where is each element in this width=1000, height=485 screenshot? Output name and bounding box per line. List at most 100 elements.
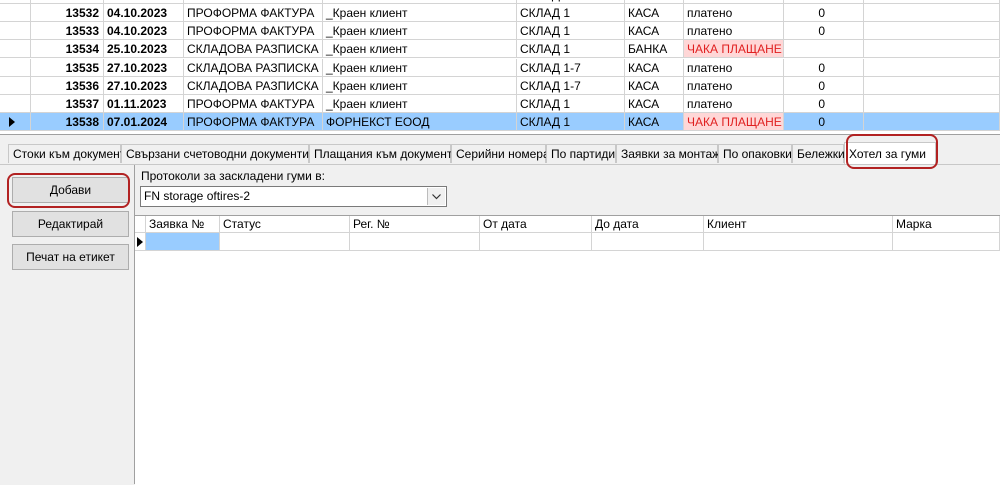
cell-store: СКЛАД 1	[517, 22, 625, 41]
cell-status: ЧАКА ПЛАЩАНЕ	[684, 113, 784, 132]
dropdown-button[interactable]	[427, 188, 445, 205]
tab-3[interactable]: Серийни номера	[451, 144, 550, 163]
cell-status: платено	[684, 22, 784, 41]
document-row[interactable]: 13533 04.10.2023 ПРОФОРМА ФАКТУРА _Краен кл…	[0, 22, 1000, 41]
document-row[interactable]: 13532 04.10.2023 ПРОФОРМА ФАКТУРА _Краен кл…	[0, 4, 1000, 22]
documents-grid[interactable]: СКЛАД 11353204.10.2023ПРОФОРМА ФАКТУРА_К…	[0, 0, 1000, 135]
cell-empty	[864, 4, 1000, 22]
new-row-indicator[interactable]	[135, 233, 146, 251]
cell-payment: КАСА	[625, 76, 684, 95]
cell-empty	[864, 113, 1000, 132]
cell-type: ПРОФОРМА ФАКТУРА	[184, 4, 323, 22]
column-header[interactable]: Рег. №	[350, 216, 480, 233]
cell-qty: 0	[784, 113, 864, 132]
row-indicator	[0, 4, 31, 22]
cell-client: _Краен клиент	[323, 4, 517, 22]
empty-cell[interactable]	[146, 233, 220, 251]
cell-qty: 0	[784, 95, 864, 113]
row-indicator	[0, 58, 31, 77]
column-header[interactable]: Клиент	[704, 216, 893, 233]
cell-payment: КАСА	[625, 95, 684, 113]
cell-type: ПРОФОРМА ФАКТУРА	[184, 95, 323, 113]
active-tab-highlight	[846, 134, 938, 169]
cell-num: 13532	[31, 4, 104, 22]
cell-payment: КАСА	[625, 4, 684, 22]
empty-cell[interactable]	[704, 233, 893, 251]
tab-7[interactable]: Бележки	[792, 144, 845, 163]
cell-num: 13534	[31, 40, 104, 59]
document-row[interactable]: 13535 27.10.2023 СКЛАДОВА РАЗПИСКА _Краен к…	[0, 58, 1000, 77]
cell-num: 13533	[31, 22, 104, 41]
edit-button[interactable]: Редактирай	[12, 211, 129, 237]
cell-type: СКЛАДОВА РАЗПИСКА	[184, 40, 323, 59]
cell-payment: КАСА	[625, 22, 684, 41]
cell-num: 13537	[31, 95, 104, 113]
cell-qty: 0	[784, 58, 864, 77]
tab-2[interactable]: Плащания към документа	[309, 144, 459, 163]
cell-status: платено	[684, 95, 784, 113]
tab-5[interactable]: Заявки за монтаж	[616, 144, 720, 163]
chevron-down-icon	[432, 194, 441, 200]
empty-cell[interactable]	[220, 233, 350, 251]
cell-type: СКЛАДОВА РАЗПИСКА	[184, 76, 323, 95]
row-indicator	[0, 113, 31, 132]
column-header[interactable]: Марка	[893, 216, 1000, 233]
cell-empty	[864, 22, 1000, 41]
cell-payment: КАСА	[625, 113, 684, 132]
cell-store: СКЛАД 1	[517, 113, 625, 132]
cell-date: 25.10.2023	[104, 40, 184, 59]
empty-cell[interactable]	[350, 233, 480, 251]
add-button-highlight	[7, 173, 130, 208]
cell-qty: 0	[784, 4, 864, 22]
document-row[interactable]: 13537 01.11.2023 ПРОФОРМА ФАКТУРА _Краен кл…	[0, 95, 1000, 113]
tab-4[interactable]: По партиди	[546, 144, 616, 163]
tab-1[interactable]: Свързани счетоводни документи	[121, 144, 309, 163]
tab-0[interactable]: Стоки към документа	[8, 144, 132, 163]
column-header[interactable]: От дата	[480, 216, 592, 233]
cell-status: платено	[684, 76, 784, 95]
cell-client: _Краен клиент	[323, 22, 517, 41]
cell-num: 13536	[31, 76, 104, 95]
cell-qty	[784, 40, 864, 59]
cell-date: 01.11.2023	[104, 95, 184, 113]
cell-date: 04.10.2023	[104, 4, 184, 22]
cell-num: 13538	[31, 113, 104, 132]
cell-client: _Краен клиент	[323, 95, 517, 113]
protocols-label: Протоколи за заскладени гуми в:	[141, 169, 325, 183]
empty-cell[interactable]	[893, 233, 1000, 251]
row-indicator	[0, 40, 31, 59]
cell-type: ПРОФОРМА ФАКТУРА	[184, 22, 323, 41]
cell-store: СКЛАД 1-7	[517, 58, 625, 77]
empty-cell[interactable]	[480, 233, 592, 251]
cell-date: 07.01.2024	[104, 113, 184, 132]
cell-store: СКЛАД 1	[517, 40, 625, 59]
cell-status: платено	[684, 58, 784, 77]
cell-qty: 0	[784, 22, 864, 41]
cell-status: ЧАКА ПЛАЩАНЕ	[684, 40, 784, 59]
protocols-selected-value: FN storage oftires-2	[144, 189, 251, 203]
column-header[interactable]: До дата	[592, 216, 704, 233]
header-indicator	[135, 216, 146, 233]
cell-store: СКЛАД 1	[517, 4, 625, 22]
tire-storage-grid[interactable]: Заявка № Статус Рег. № От дата До дата Клиент…	[135, 215, 1000, 485]
cell-store: СКЛАД 1	[517, 95, 625, 113]
tab-6[interactable]: По опаковки	[718, 144, 792, 163]
cell-payment: КАСА	[625, 58, 684, 77]
cell-type: СКЛАДОВА РАЗПИСКА	[184, 58, 323, 77]
document-row[interactable]: 13538 07.01.2024 ПРОФОРМА ФАКТУРА ФОРНЕКСТ …	[0, 113, 1000, 132]
column-header[interactable]: Заявка №	[146, 216, 220, 233]
cell-empty	[864, 40, 1000, 59]
row-indicator	[0, 22, 31, 41]
empty-cell[interactable]	[592, 233, 704, 251]
document-row[interactable]: 13536 27.10.2023 СКЛАДОВА РАЗПИСКА _Краен к…	[0, 76, 1000, 95]
current-row-arrow-icon	[137, 237, 143, 247]
cell-status: платено	[684, 4, 784, 22]
protocols-select[interactable]: FN storage oftires-2	[140, 186, 447, 207]
current-row-arrow-icon	[9, 117, 15, 128]
cell-client: ФОРНЕКСТ ЕООД	[323, 113, 517, 132]
cell-store: СКЛАД 1-7	[517, 76, 625, 95]
cell-date: 27.10.2023	[104, 76, 184, 95]
document-row[interactable]: 13534 25.10.2023 СКЛАДОВА РАЗПИСКА _Краен к…	[0, 40, 1000, 59]
column-header[interactable]: Статус	[220, 216, 350, 233]
print-label-button[interactable]: Печат на етикет	[12, 244, 129, 270]
